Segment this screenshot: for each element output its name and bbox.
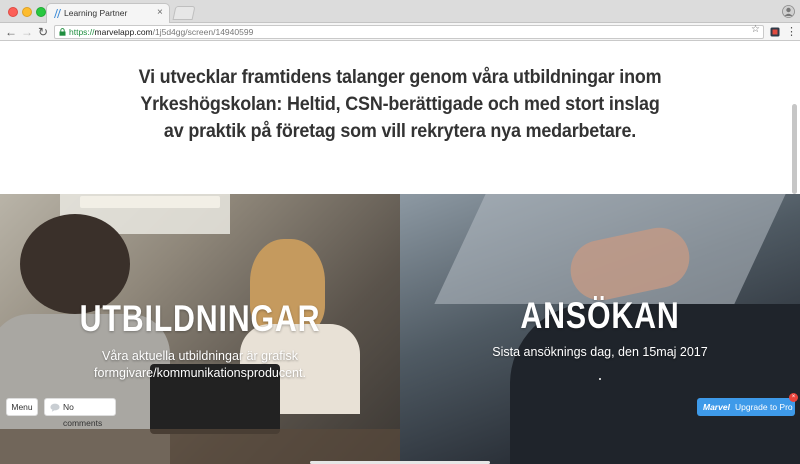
bookmark-star-icon[interactable]: ☆: [751, 25, 760, 35]
url-scheme: https://: [69, 27, 95, 37]
carousel-dot: [599, 378, 601, 380]
maximize-window-button[interactable]: [36, 7, 46, 17]
menu-button[interactable]: Menu: [6, 398, 38, 416]
ansokan-title: ANSÖKAN: [520, 295, 680, 336]
minimize-window-button[interactable]: [22, 7, 32, 17]
table: [0, 429, 400, 464]
lamp-shade: [80, 196, 220, 208]
page-content: Vi utvecklar framtidens talanger genom v…: [0, 42, 800, 464]
forward-button[interactable]: →: [20, 25, 34, 39]
browser-toolbar: ← → ↻ https://marvelapp.com/1j5d4gg/scre…: [0, 23, 800, 41]
comments-label: No comments: [63, 402, 103, 428]
marvel-logo: Marvel: [703, 402, 730, 412]
utbildningar-title: UTBILDNINGAR: [79, 298, 321, 339]
back-button[interactable]: ←: [4, 25, 18, 39]
utbildningar-panel[interactable]: UTBILDNINGAR Våra aktuella utbildningar …: [0, 194, 400, 464]
learning-partner-favicon-icon: [54, 9, 61, 18]
url-path: /1j5d4gg/screen/14940599: [152, 27, 254, 37]
address-bar[interactable]: https://marvelapp.com/1j5d4gg/screen/149…: [54, 25, 764, 39]
reload-button[interactable]: ↻: [36, 25, 50, 39]
page-scrollbar[interactable]: [792, 104, 797, 194]
url-text[interactable]: https://marvelapp.com/1j5d4gg/screen/149…: [69, 27, 253, 38]
comments-button[interactable]: No comments: [44, 398, 116, 428]
extension-icon[interactable]: [770, 27, 780, 37]
url-host: marvelapp.com: [94, 27, 153, 37]
upgrade-label: Upgrade to Pro: [735, 402, 793, 412]
lock-icon: [59, 28, 66, 36]
tab-title: Learning Partner: [64, 8, 128, 18]
browser-menu-icon[interactable]: ⋮: [786, 25, 797, 39]
new-tab-button[interactable]: [172, 6, 196, 20]
close-window-button[interactable]: [8, 7, 18, 17]
tab-learning-partner[interactable]: Learning Partner ×: [46, 3, 170, 24]
browser-tab-bar: Learning Partner ×: [0, 0, 800, 24]
dismiss-badge-icon[interactable]: ×: [789, 393, 798, 402]
comment-icon: [50, 403, 60, 412]
tab-close-icon[interactable]: ×: [157, 7, 163, 19]
hero-heading: Vi utvecklar framtidens talanger genom v…: [138, 66, 662, 142]
utbildningar-subtitle: Våra aktuella utbildningar är grafisk fo…: [94, 349, 306, 380]
upgrade-to-pro-button[interactable]: Marvel Upgrade to Pro: [697, 398, 795, 416]
profile-icon[interactable]: [782, 5, 795, 18]
ansokan-subtitle: Sista ansöknings dag, den 15maj 2017: [492, 345, 708, 359]
ansokan-panel[interactable]: ANSÖKAN Sista ansöknings dag, den 15maj …: [400, 194, 800, 464]
